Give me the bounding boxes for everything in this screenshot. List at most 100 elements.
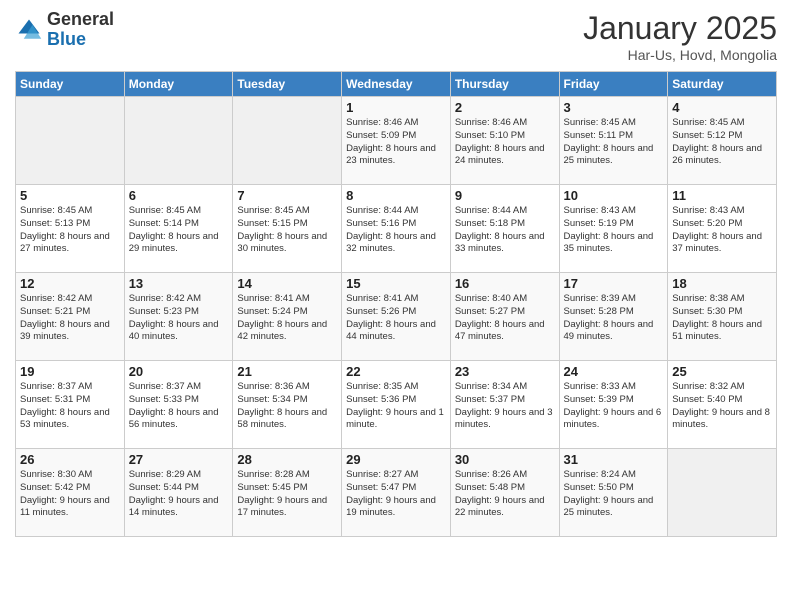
calendar-cell: 31Sunrise: 8:24 AM Sunset: 5:50 PM Dayli… <box>559 449 668 537</box>
title-block: January 2025 Har-Us, Hovd, Mongolia <box>583 10 777 63</box>
calendar-cell: 27Sunrise: 8:29 AM Sunset: 5:44 PM Dayli… <box>124 449 233 537</box>
calendar-cell: 19 Sunrise: 8:37 AM Sunset: 5:31 PM Dayli… <box>16 361 125 449</box>
day-info: Sunrise: 8:28 AM Sunset: 5:45 PM Dayligh… <box>237 469 337 520</box>
day-info: Sunrise: 8:41 AM Sunset: 5:26 PM Dayligh… <box>346 293 446 344</box>
day-info: Sunrise: 8:30 AM Sunset: 5:42 PM Dayligh… <box>20 469 120 520</box>
calendar-cell: 22 Sunrise: 8:35 AM Sunset: 5:36 PM Dayli… <box>342 361 451 449</box>
day-info: Sunrise: 8:42 AM Sunset: 5:23 PM Dayligh… <box>129 293 229 344</box>
day-info: Sunrise: 8:36 AM Sunset: 5:34 PM Dayligh… <box>237 381 337 432</box>
calendar-week-3: 12 Sunrise: 8:42 AM Sunset: 5:21 PM Dayli… <box>16 273 777 361</box>
day-info: Sunrise: 8:45 AM Sunset: 5:13 PM Dayligh… <box>20 205 120 256</box>
day-info: Sunrise: 8:45 AM Sunset: 5:14 PM Dayligh… <box>129 205 229 256</box>
calendar-cell: 21 Sunrise: 8:36 AM Sunset: 5:34 PM Dayli… <box>233 361 342 449</box>
calendar-cell: 26 Sunrise: 8:30 AM Sunset: 5:42 PM Dayli… <box>16 449 125 537</box>
day-number: 26 <box>20 452 120 467</box>
day-info: Sunrise: 8:42 AM Sunset: 5:21 PM Dayligh… <box>20 293 120 344</box>
day-number: 17 <box>564 276 664 291</box>
day-info: Sunrise: 8:24 AM Sunset: 5:50 PM Dayligh… <box>564 469 664 520</box>
logo-icon <box>15 16 43 44</box>
header-tuesday: Tuesday <box>233 72 342 97</box>
day-number: 10 <box>564 188 664 203</box>
calendar-cell: 2 Sunrise: 8:46 AM Sunset: 5:10 PM Daylig… <box>450 97 559 185</box>
calendar-cell: 8 Sunrise: 8:44 AM Sunset: 5:16 PM Daylig… <box>342 185 451 273</box>
calendar-cell: 13 Sunrise: 8:42 AM Sunset: 5:23 PM Dayli… <box>124 273 233 361</box>
day-info: Sunrise: 8:44 AM Sunset: 5:16 PM Dayligh… <box>346 205 446 256</box>
day-number: 8 <box>346 188 446 203</box>
calendar-cell: 30 Sunrise: 8:26 AM Sunset: 5:48 PM Dayli… <box>450 449 559 537</box>
day-info: Sunrise: 8:46 AM Sunset: 5:10 PM Dayligh… <box>455 117 555 168</box>
calendar-cell: 11Sunrise: 8:43 AM Sunset: 5:20 PM Dayli… <box>668 185 777 273</box>
logo-text: General Blue <box>47 10 114 50</box>
day-info: Sunrise: 8:33 AM Sunset: 5:39 PM Dayligh… <box>564 381 664 432</box>
calendar-cell <box>16 97 125 185</box>
header: General Blue January 2025 Har-Us, Hovd, … <box>15 10 777 63</box>
calendar-cell: 14Sunrise: 8:41 AM Sunset: 5:24 PM Dayli… <box>233 273 342 361</box>
calendar-week-1: 1Sunrise: 8:46 AM Sunset: 5:09 PM Daylig… <box>16 97 777 185</box>
calendar-cell: 18 Sunrise: 8:38 AM Sunset: 5:30 PM Dayli… <box>668 273 777 361</box>
day-number: 4 <box>672 100 772 115</box>
day-number: 7 <box>237 188 337 203</box>
calendar-cell: 3 Sunrise: 8:45 AM Sunset: 5:11 PM Daylig… <box>559 97 668 185</box>
day-info: Sunrise: 8:26 AM Sunset: 5:48 PM Dayligh… <box>455 469 555 520</box>
day-number: 18 <box>672 276 772 291</box>
day-info: Sunrise: 8:45 AM Sunset: 5:15 PM Dayligh… <box>237 205 337 256</box>
day-number: 6 <box>129 188 229 203</box>
calendar-cell: 6 Sunrise: 8:45 AM Sunset: 5:14 PM Daylig… <box>124 185 233 273</box>
day-info: Sunrise: 8:34 AM Sunset: 5:37 PM Dayligh… <box>455 381 555 432</box>
day-info: Sunrise: 8:35 AM Sunset: 5:36 PM Dayligh… <box>346 381 446 432</box>
calendar-cell: 1Sunrise: 8:46 AM Sunset: 5:09 PM Daylig… <box>342 97 451 185</box>
day-number: 15 <box>346 276 446 291</box>
day-number: 16 <box>455 276 555 291</box>
day-number: 30 <box>455 452 555 467</box>
day-number: 25 <box>672 364 772 379</box>
day-number: 5 <box>20 188 120 203</box>
location: Har-Us, Hovd, Mongolia <box>583 47 777 63</box>
calendar-cell: 16 Sunrise: 8:40 AM Sunset: 5:27 PM Dayli… <box>450 273 559 361</box>
calendar-cell: 5 Sunrise: 8:45 AM Sunset: 5:13 PM Daylig… <box>16 185 125 273</box>
header-row: Sunday Monday Tuesday Wednesday Thursday… <box>16 72 777 97</box>
day-info: Sunrise: 8:45 AM Sunset: 5:12 PM Dayligh… <box>672 117 772 168</box>
header-wednesday: Wednesday <box>342 72 451 97</box>
calendar-cell: 10 Sunrise: 8:43 AM Sunset: 5:19 PM Dayli… <box>559 185 668 273</box>
day-info: Sunrise: 8:29 AM Sunset: 5:44 PM Dayligh… <box>129 469 229 520</box>
calendar: Sunday Monday Tuesday Wednesday Thursday… <box>15 71 777 537</box>
calendar-body: 1Sunrise: 8:46 AM Sunset: 5:09 PM Daylig… <box>16 97 777 537</box>
day-info: Sunrise: 8:37 AM Sunset: 5:33 PM Dayligh… <box>129 381 229 432</box>
day-number: 3 <box>564 100 664 115</box>
day-number: 20 <box>129 364 229 379</box>
calendar-header: Sunday Monday Tuesday Wednesday Thursday… <box>16 72 777 97</box>
day-info: Sunrise: 8:43 AM Sunset: 5:20 PM Dayligh… <box>672 205 772 256</box>
calendar-cell: 28Sunrise: 8:28 AM Sunset: 5:45 PM Dayli… <box>233 449 342 537</box>
day-number: 21 <box>237 364 337 379</box>
day-number: 24 <box>564 364 664 379</box>
calendar-week-2: 5 Sunrise: 8:45 AM Sunset: 5:13 PM Daylig… <box>16 185 777 273</box>
calendar-cell: 12 Sunrise: 8:42 AM Sunset: 5:21 PM Dayli… <box>16 273 125 361</box>
day-number: 29 <box>346 452 446 467</box>
day-info: Sunrise: 8:45 AM Sunset: 5:11 PM Dayligh… <box>564 117 664 168</box>
day-info: Sunrise: 8:37 AM Sunset: 5:31 PM Dayligh… <box>20 381 120 432</box>
day-info: Sunrise: 8:38 AM Sunset: 5:30 PM Dayligh… <box>672 293 772 344</box>
day-info: Sunrise: 8:40 AM Sunset: 5:27 PM Dayligh… <box>455 293 555 344</box>
header-thursday: Thursday <box>450 72 559 97</box>
page: General Blue January 2025 Har-Us, Hovd, … <box>0 0 792 612</box>
day-number: 12 <box>20 276 120 291</box>
calendar-cell: 20 Sunrise: 8:37 AM Sunset: 5:33 PM Dayli… <box>124 361 233 449</box>
calendar-cell: 23Sunrise: 8:34 AM Sunset: 5:37 PM Dayli… <box>450 361 559 449</box>
day-info: Sunrise: 8:43 AM Sunset: 5:19 PM Dayligh… <box>564 205 664 256</box>
calendar-cell: 17Sunrise: 8:39 AM Sunset: 5:28 PM Dayli… <box>559 273 668 361</box>
calendar-cell: 29Sunrise: 8:27 AM Sunset: 5:47 PM Dayli… <box>342 449 451 537</box>
day-info: Sunrise: 8:46 AM Sunset: 5:09 PM Dayligh… <box>346 117 446 168</box>
day-number: 13 <box>129 276 229 291</box>
calendar-cell <box>124 97 233 185</box>
header-monday: Monday <box>124 72 233 97</box>
header-friday: Friday <box>559 72 668 97</box>
day-number: 2 <box>455 100 555 115</box>
calendar-cell: 4 Sunrise: 8:45 AM Sunset: 5:12 PM Daylig… <box>668 97 777 185</box>
day-number: 22 <box>346 364 446 379</box>
calendar-cell: 25Sunrise: 8:32 AM Sunset: 5:40 PM Dayli… <box>668 361 777 449</box>
header-sunday: Sunday <box>16 72 125 97</box>
header-saturday: Saturday <box>668 72 777 97</box>
month-year: January 2025 <box>583 10 777 47</box>
day-number: 19 <box>20 364 120 379</box>
calendar-cell <box>233 97 342 185</box>
